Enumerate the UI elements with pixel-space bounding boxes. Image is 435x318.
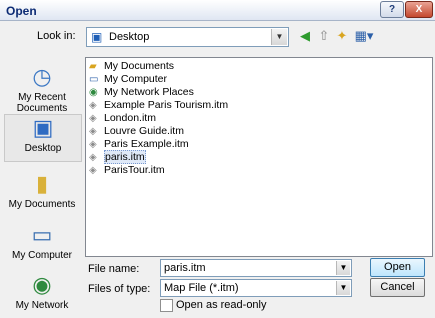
map-file-icon: ◈	[89, 139, 97, 150]
list-item[interactable]: ◈ Louvre Guide.itm	[89, 125, 184, 138]
open-dialog: Look in: ▣ Desktop ▼ ◀ ⇧ ✦ ▦▾ ◷ My Recen…	[0, 21, 435, 318]
list-item[interactable]: ▰ My Documents	[89, 60, 174, 73]
window-title: Open	[6, 4, 37, 18]
folder-icon: ▰	[89, 61, 97, 72]
back-icon[interactable]: ◀	[297, 28, 313, 44]
list-item[interactable]: ◈ ParisTour.itm	[89, 164, 165, 177]
file-list[interactable]: ▰ My Documents ▭ My Computer ◉ My Network P…	[85, 57, 433, 257]
place-my-documents[interactable]: ▮ My Documents	[4, 171, 80, 210]
desktop-icon: ▣	[32, 115, 54, 140]
list-item[interactable]: ◈ Example Paris Tourism.itm	[89, 99, 228, 112]
lookin-value: Desktop	[109, 31, 150, 43]
my-computer-icon: ▭	[31, 222, 53, 247]
title-bar: Open ? X	[0, 0, 435, 21]
place-my-computer[interactable]: ▭ My Computer	[4, 222, 80, 261]
filetype-value: Map File (*.itm)	[164, 282, 239, 294]
new-folder-icon[interactable]: ✦	[334, 28, 350, 44]
help-button[interactable]: ?	[380, 1, 404, 18]
open-button[interactable]: Open	[370, 258, 425, 277]
lookin-label: Look in:	[37, 30, 76, 42]
computer-icon: ▭	[89, 74, 99, 85]
readonly-checkbox[interactable]	[160, 299, 173, 312]
place-my-network[interactable]: ◉ My Network	[4, 272, 80, 311]
filetype-label: Files of type:	[88, 283, 151, 295]
recent-documents-icon: ◷	[32, 64, 52, 89]
filename-value: paris.itm	[164, 262, 206, 274]
list-item[interactable]: ▭ My Computer	[89, 73, 167, 86]
place-recent-documents[interactable]: ◷ My Recent Documents	[4, 64, 80, 114]
close-button[interactable]: X	[405, 1, 433, 18]
my-documents-icon: ▮	[35, 171, 49, 196]
readonly-label[interactable]: Open as read-only	[176, 299, 267, 311]
desktop-icon: ▣	[91, 30, 103, 44]
cancel-button[interactable]: Cancel	[370, 278, 425, 297]
list-item[interactable]: ◉ My Network Places	[89, 86, 194, 99]
places-bar: ◷ My Recent Documents ▣ Desktop ▮ My Doc…	[4, 64, 82, 317]
up-folder-icon[interactable]: ⇧	[316, 28, 332, 44]
list-item[interactable]: ◈ London.itm	[89, 112, 156, 125]
chevron-down-icon[interactable]: ▼	[271, 29, 287, 45]
map-file-icon: ◈	[89, 165, 97, 176]
filename-label: File name:	[88, 263, 140, 275]
map-file-icon: ◈	[89, 113, 97, 124]
chevron-down-icon[interactable]: ▼	[336, 281, 350, 295]
map-file-icon: ◈	[89, 100, 97, 111]
map-file-icon: ◈	[89, 152, 97, 163]
map-file-icon: ◈	[89, 126, 97, 137]
view-menu-icon[interactable]: ▦▾	[353, 28, 375, 44]
filetype-select[interactable]: Map File (*.itm) ▼	[160, 279, 352, 297]
list-item-selected[interactable]: ◈ paris.itm	[89, 150, 146, 164]
lookin-combo[interactable]: ▣ Desktop ▼	[86, 27, 289, 47]
place-desktop[interactable]: ▣ Desktop	[4, 114, 82, 162]
chevron-down-icon[interactable]: ▼	[336, 261, 350, 275]
filename-field[interactable]: paris.itm ▼	[160, 259, 352, 277]
network-icon: ◉	[89, 87, 98, 98]
my-network-icon: ◉	[32, 272, 52, 297]
